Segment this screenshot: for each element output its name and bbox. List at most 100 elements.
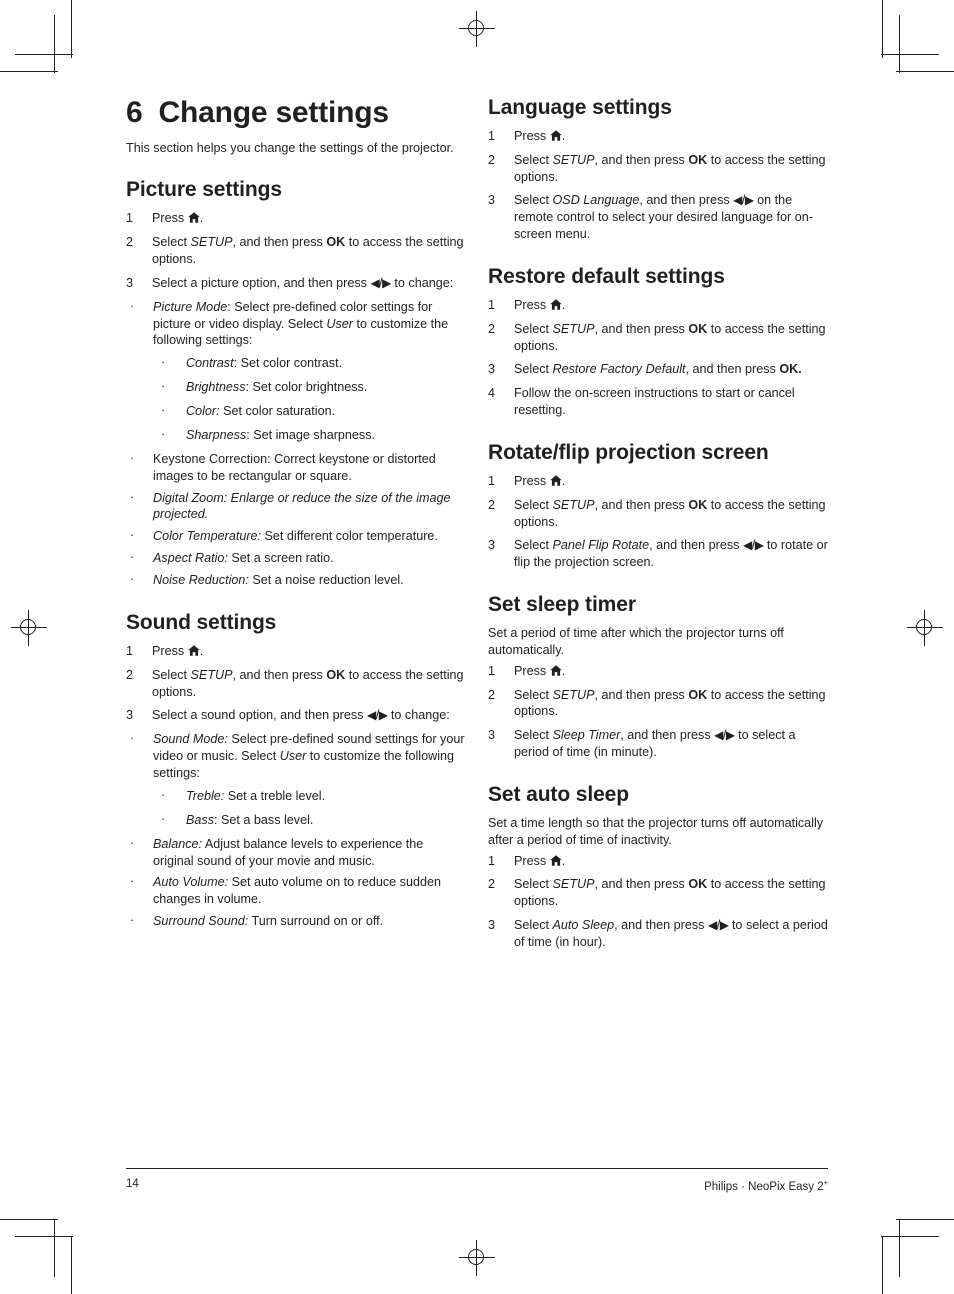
text-run: Press: [514, 297, 550, 312]
home-icon: [187, 212, 200, 223]
step-item: 3 Select OSD Language, and then press ◀/▶…: [488, 192, 828, 243]
step-number: 2: [488, 321, 496, 336]
bullet-marker-icon: ·: [130, 298, 135, 313]
step-item: 3 Select Restore Factory Default, and the…: [488, 361, 828, 378]
section-heading-set-sleep-timer: Set sleep timer: [488, 593, 636, 617]
text-run: Press: [514, 663, 550, 678]
steps-set-auto-sleep: 1 Press . 2 Select SETUP, and then press OK…: [488, 853, 828, 951]
text-run: Keystone Correction: Correct keystone or…: [153, 451, 436, 483]
intro-set-sleep-timer: Set a period of time after which the pro…: [488, 625, 784, 657]
step-item: 1 Press .: [488, 663, 828, 680]
text-run: , and then press: [594, 152, 689, 167]
emphasis-text: Balance:: [153, 836, 203, 851]
bullet-item: · Color Temperature: Set different color …: [126, 528, 466, 545]
text-run: Press: [152, 643, 188, 658]
emphasis-text: Sound Mode:: [153, 732, 228, 747]
text-run: .: [561, 128, 566, 143]
bullet-text: Balance: Adjust balance levels to experi…: [153, 837, 423, 868]
text-run: Turn surround on or off.: [248, 914, 384, 929]
text-run: : Set color brightness.: [245, 380, 368, 395]
chapter-number: 6: [126, 96, 143, 129]
home-icon: [187, 645, 200, 656]
step-item: 1 Press .: [488, 128, 828, 145]
text-run: , and then press: [620, 728, 715, 743]
crop-mark-top-right-v1: [882, 0, 883, 58]
step-text: Press .: [514, 298, 565, 312]
step-number: 2: [488, 152, 496, 167]
text-run: Press: [514, 853, 550, 868]
text-run: .: [561, 297, 566, 312]
text-run: Follow the on-screen instructions to sta…: [514, 386, 795, 418]
step-text: Select SETUP, and then press OK to acces…: [152, 235, 464, 266]
registration-circle: [916, 619, 932, 635]
text-run: Select: [514, 877, 553, 892]
registration-mark-right: [907, 610, 943, 646]
bullet-text: Auto Volume: Set auto volume on to reduc…: [153, 875, 441, 906]
step-text: Press .: [514, 474, 565, 488]
footer-brand-text: Philips · NeoPix Easy 2: [704, 1181, 824, 1193]
crop-mark-top-right-h1: [896, 71, 954, 72]
text-run: to change:: [387, 708, 450, 723]
crop-mark-bottom-left-h2: [15, 1236, 73, 1237]
bullet-marker-icon: ·: [161, 403, 166, 418]
text-run: Select: [514, 538, 553, 553]
chapter-intro: This section helps you change the settin…: [126, 140, 454, 155]
text-run: , and then press: [649, 538, 743, 553]
left-column: 6 Change settings This section helps you…: [126, 96, 466, 958]
text-run: Select: [514, 918, 553, 933]
emphasis-text: Color Temperature:: [153, 529, 262, 544]
home-icon: [549, 475, 562, 486]
text-run: Set different color temperature.: [261, 529, 438, 544]
text-run: Select: [152, 667, 191, 682]
bullet-marker-icon: ·: [130, 874, 135, 889]
crop-mark-bottom-right-h2: [881, 1236, 939, 1237]
text-run: .: [199, 211, 204, 226]
crop-mark-bottom-right-v1: [899, 1219, 900, 1277]
emphasis-text: Treble:: [186, 788, 225, 803]
step-text: Follow the on-screen instructions to sta…: [514, 386, 795, 417]
step-text: Select Restore Factory Default, and then…: [514, 362, 802, 376]
section-heading-rotate-flip-projection-screen: Rotate/flip projection screen: [488, 441, 769, 465]
left-arrow-icon: ◀: [733, 193, 742, 208]
intro-set-auto-sleep: Set a time length so that the projector …: [488, 815, 824, 847]
text-run: , and then press: [594, 877, 689, 892]
page-footer: 14 Philips · NeoPix Easy 2+: [126, 1168, 828, 1193]
text-run: : Set image sharpness.: [246, 427, 376, 442]
left-right-arrow-icons: ◀/▶: [708, 918, 729, 932]
step-text: Press .: [152, 211, 203, 225]
emphasis-text: OSD Language: [552, 193, 640, 208]
bullet-text: Digital Zoom: Enlarge or reduce the size…: [153, 491, 451, 522]
text-run: : Set color contrast.: [233, 356, 343, 371]
home-icon: [549, 130, 562, 141]
emphasis-text: Brightness: [186, 380, 246, 395]
step-item: 3 Select Sleep Timer, and then press ◀/▶ …: [488, 727, 828, 761]
step-number: 2: [488, 497, 496, 512]
strong-text: OK: [688, 497, 708, 512]
step-item: 2 Select SETUP, and then press OK to acce…: [126, 234, 466, 268]
crop-mark-top-left-v1: [71, 0, 72, 58]
home-icon: [549, 299, 562, 310]
text-run: , and then press: [594, 321, 689, 336]
bullet-text: Surround Sound: Turn surround on or off.: [153, 914, 383, 928]
text-run: , and then press: [685, 362, 780, 377]
left-right-arrow-icons: ◀/▶: [733, 193, 754, 208]
bullet-marker-icon: ·: [161, 811, 166, 826]
bullets-picture-settings: · Picture Mode: Select pre-defined color …: [126, 299, 466, 589]
bullet-item: · Auto Volume: Set auto volume on to redu…: [126, 874, 466, 908]
footer-brand: Philips · NeoPix Easy 2+: [704, 1178, 828, 1193]
strong-text: OK: [688, 321, 708, 336]
bullet-marker-icon: ·: [130, 450, 135, 465]
emphasis-text: SETUP: [190, 235, 233, 250]
right-arrow-icon: ▶: [382, 275, 391, 290]
text-run: Set a screen ratio.: [227, 551, 334, 566]
step-number: 3: [488, 193, 496, 208]
text-run: Set a treble level.: [224, 788, 326, 803]
sub-bullet-text: Brightness: Set color brightness.: [186, 380, 367, 394]
emphasis-text: Aspect Ratio:: [153, 551, 228, 566]
step-text: Select SETUP, and then press OK to acces…: [152, 668, 464, 699]
registration-circle: [468, 20, 484, 36]
left-right-arrow-icons: ◀/▶: [743, 538, 764, 552]
crop-mark-bottom-right-v2: [882, 1236, 883, 1294]
step-text: Press .: [514, 664, 565, 678]
bullet-item: · Sound Mode: Select pre-defined sound se…: [126, 731, 466, 828]
